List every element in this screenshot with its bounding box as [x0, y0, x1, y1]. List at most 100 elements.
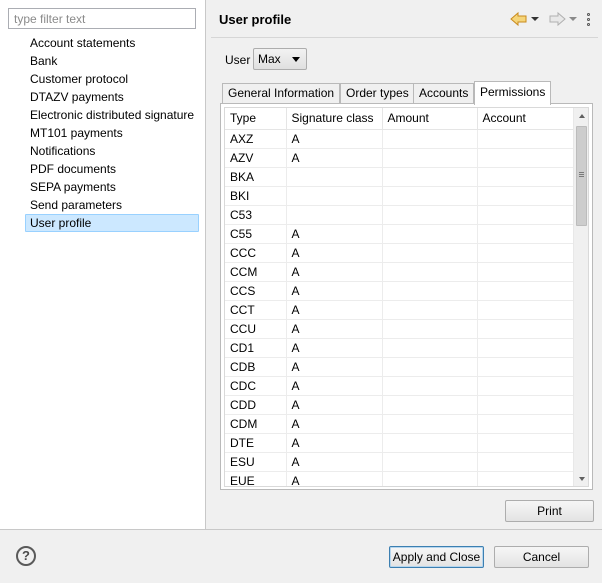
apply-and-close-button[interactable]: Apply and Close: [389, 546, 484, 568]
scrollbar-thumb[interactable]: [576, 126, 587, 226]
cell-amount: [382, 243, 478, 263]
chevron-down-icon: [292, 57, 300, 62]
tree-item-sepa-payments[interactable]: SEPA payments: [25, 178, 199, 196]
cell-signature-class: [286, 186, 383, 206]
cell-account: [477, 243, 576, 263]
tree-item-customer-protocol[interactable]: Customer protocol: [25, 70, 199, 88]
cell-account: [477, 262, 576, 282]
cell-amount: [382, 129, 478, 149]
table-row[interactable]: CDM A: [225, 414, 576, 434]
table-row[interactable]: CCC A: [225, 243, 576, 263]
cell-amount: [382, 376, 478, 396]
cell-amount: [382, 395, 478, 415]
cell-signature-class: A: [286, 452, 383, 472]
cell-signature-class: A: [286, 281, 383, 301]
table-row[interactable]: AZV A: [225, 148, 576, 168]
cell-account: [477, 281, 576, 301]
back-history-dropdown-icon[interactable]: [530, 11, 540, 27]
table-row[interactable]: CCM A: [225, 262, 576, 282]
cell-type: CCS: [225, 281, 287, 301]
cell-signature-class: A: [286, 262, 383, 282]
table-row[interactable]: BKA: [225, 167, 576, 187]
table-row[interactable]: EUE A: [225, 471, 576, 486]
scroll-up-icon[interactable]: [574, 108, 588, 123]
cell-account: [477, 205, 576, 225]
view-menu-icon[interactable]: [584, 11, 592, 27]
cell-type: CDM: [225, 414, 287, 434]
grip-icon: [579, 172, 584, 173]
user-select[interactable]: Max: [253, 48, 307, 70]
permissions-table-container: Type Signature class Amount Account AXZ A…: [224, 107, 589, 487]
cell-signature-class: A: [286, 338, 383, 358]
page-title: User profile: [219, 12, 292, 27]
cell-account: [477, 357, 576, 377]
cell-signature-class: A: [286, 129, 383, 149]
cell-signature-class: A: [286, 414, 383, 434]
print-button[interactable]: Print: [505, 500, 594, 522]
table-row[interactable]: BKI: [225, 186, 576, 206]
tree-item-send-parameters[interactable]: Send parameters: [25, 196, 199, 214]
table-row[interactable]: CD1 A: [225, 338, 576, 358]
tree-item-notifications[interactable]: Notifications: [25, 142, 199, 160]
cell-amount: [382, 338, 478, 358]
scroll-down-icon[interactable]: [574, 471, 588, 486]
cell-amount: [382, 471, 478, 486]
table-row[interactable]: ESU A: [225, 452, 576, 472]
cell-account: [477, 224, 576, 244]
forward-history-dropdown-icon[interactable]: [568, 11, 578, 27]
forward-arrow-icon[interactable]: [548, 11, 566, 27]
tab-accounts[interactable]: Accounts: [413, 83, 475, 104]
help-icon[interactable]: ?: [16, 546, 36, 566]
cell-account: [477, 414, 576, 434]
table-row[interactable]: CDD A: [225, 395, 576, 415]
tree-item-pdf-documents[interactable]: PDF documents: [25, 160, 199, 178]
table-header-row: Type Signature class Amount Account: [225, 108, 576, 130]
cell-amount: [382, 319, 478, 339]
cell-type: C55: [225, 224, 287, 244]
tree-item-electronic-distributed-signature[interactable]: Electronic distributed signature: [25, 106, 199, 124]
back-arrow-icon[interactable]: [510, 11, 528, 27]
cell-type: AZV: [225, 148, 287, 168]
cell-amount: [382, 281, 478, 301]
column-header-signature-class[interactable]: Signature class: [286, 108, 383, 130]
cell-type: CCM: [225, 262, 287, 282]
cell-type: CDB: [225, 357, 287, 377]
dialog-footer-divider: [0, 529, 602, 530]
tab-permissions[interactable]: Permissions: [474, 81, 552, 105]
tree-item-account-statements[interactable]: Account statements: [25, 34, 199, 52]
header-divider: [211, 37, 598, 38]
tab-general-information[interactable]: General Information: [222, 83, 341, 104]
tree-item-mt101-payments[interactable]: MT101 payments: [25, 124, 199, 142]
cancel-button[interactable]: Cancel: [494, 546, 589, 568]
column-header-amount[interactable]: Amount: [382, 108, 478, 130]
table-row[interactable]: CCT A: [225, 300, 576, 320]
cell-amount: [382, 205, 478, 225]
cell-amount: [382, 300, 478, 320]
table-row[interactable]: CCS A: [225, 281, 576, 301]
cell-signature-class: [286, 205, 383, 225]
table-row[interactable]: C53: [225, 205, 576, 225]
cell-amount: [382, 414, 478, 434]
cell-account: [477, 471, 576, 486]
vertical-scrollbar[interactable]: [573, 108, 588, 486]
table-row[interactable]: AXZ A: [225, 129, 576, 149]
column-header-type[interactable]: Type: [225, 108, 287, 130]
tree-item-dtazv-payments[interactable]: DTAZV payments: [25, 88, 199, 106]
cell-account: [477, 129, 576, 149]
user-select-value: Max: [258, 52, 281, 66]
permissions-table-body: AXZ A AZV A BKA BKI C53 C55 A CCC A CCM A CCS A CCT A CCU…: [225, 129, 576, 486]
table-row[interactable]: DTE A: [225, 433, 576, 453]
tree-item-bank[interactable]: Bank: [25, 52, 199, 70]
table-row[interactable]: CDB A: [225, 357, 576, 377]
cell-signature-class: A: [286, 471, 383, 486]
table-row[interactable]: CDC A: [225, 376, 576, 396]
cell-account: [477, 167, 576, 187]
column-header-account[interactable]: Account: [477, 108, 576, 130]
preferences-tree-pane: Account statements Bank Customer protoco…: [0, 0, 206, 529]
tab-order-types[interactable]: Order types: [340, 83, 415, 104]
tree-item-user-profile[interactable]: User profile: [25, 214, 200, 232]
table-row[interactable]: C55 A: [225, 224, 576, 244]
page-navigation: [510, 11, 592, 27]
table-row[interactable]: CCU A: [225, 319, 576, 339]
filter-input[interactable]: [8, 8, 196, 29]
